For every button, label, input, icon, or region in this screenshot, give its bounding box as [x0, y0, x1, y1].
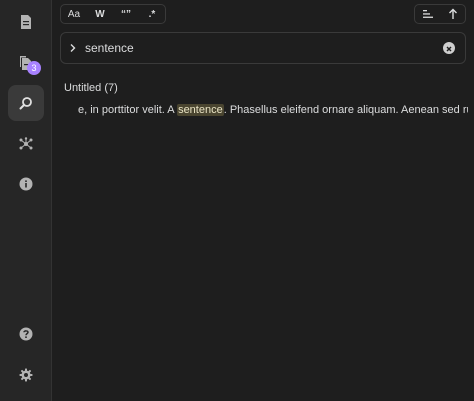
whole-word-toggle[interactable]: W	[87, 5, 113, 23]
graph-icon	[19, 137, 33, 150]
search-icon	[19, 97, 32, 110]
sort-order-button[interactable]	[417, 5, 439, 23]
ribbon-info-button[interactable]	[8, 166, 44, 202]
sort-lines-icon	[422, 10, 433, 18]
regex-toggle[interactable]: .*	[139, 5, 165, 23]
open-files-badge: 3	[27, 61, 41, 75]
search-pane: Aa W “” .* sentence Untitled (7) e, in p…	[52, 0, 474, 401]
match-context-after: . Phasellus eleifend ornare aliquam. Aen…	[223, 104, 468, 116]
left-ribbon: 3	[0, 0, 52, 401]
exact-quotes-toggle[interactable]: “”	[113, 5, 139, 23]
ribbon-search-button[interactable]	[8, 85, 44, 121]
ribbon-files-button[interactable]	[8, 4, 44, 40]
match-highlight: sentence	[177, 104, 224, 116]
ribbon-help-button[interactable]	[8, 316, 44, 352]
search-result-match-line[interactable]: e, in porttitor velit. A sentence. Phase…	[78, 104, 468, 116]
match-context-before: e, in porttitor velit. A	[78, 104, 178, 116]
help-icon	[19, 327, 33, 341]
close-icon	[446, 46, 452, 52]
match-case-toggle[interactable]: Aa	[61, 5, 87, 23]
ribbon-settings-button[interactable]	[8, 357, 44, 393]
clear-search-button[interactable]	[443, 42, 455, 54]
ribbon-open-files-button[interactable]: 3	[8, 45, 44, 81]
sort-direction-button[interactable]	[442, 5, 464, 23]
search-input[interactable]	[85, 38, 425, 58]
search-box	[60, 32, 466, 64]
app-window: 3 Aa W “” .* sentence Untitled (7) e, in…	[0, 0, 474, 401]
chevron-right-icon[interactable]	[67, 42, 79, 54]
gear-icon	[19, 368, 33, 382]
result-file-title[interactable]: Untitled (7)	[64, 82, 118, 94]
sort-controls	[414, 4, 466, 24]
search-options: Aa W “” .*	[60, 4, 166, 24]
file-icon	[21, 15, 31, 29]
ribbon-graph-button[interactable]	[8, 126, 44, 162]
info-icon	[19, 177, 33, 191]
arrow-up-icon	[448, 8, 457, 19]
